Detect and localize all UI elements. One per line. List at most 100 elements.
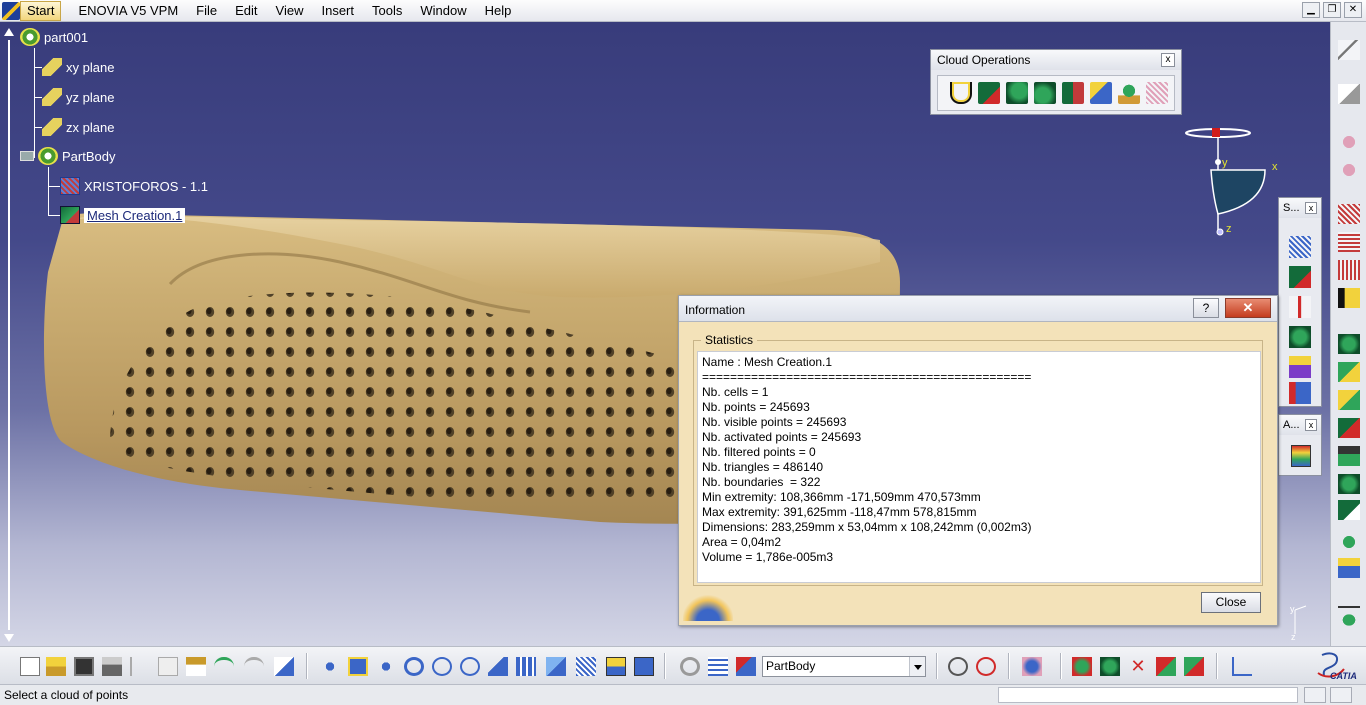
mesh-fill-holes-icon[interactable]	[1338, 390, 1360, 410]
mesh-triangles-icon[interactable]	[1156, 657, 1176, 676]
tree-item-xy-plane[interactable]: xy plane	[42, 57, 114, 77]
mesh-split-icon[interactable]	[1338, 500, 1360, 520]
close-icon[interactable]: ✕	[1344, 2, 1362, 18]
status-button-2[interactable]	[1330, 687, 1352, 703]
select-arrow-icon[interactable]	[1338, 84, 1360, 104]
redo-icon[interactable]	[244, 657, 264, 676]
update-icon[interactable]	[680, 657, 700, 676]
normal-view-icon[interactable]	[488, 657, 508, 676]
dialog-titlebar[interactable]: Information ? ✕	[679, 296, 1277, 322]
fit-all-icon[interactable]	[348, 657, 368, 676]
new-icon[interactable]	[20, 657, 40, 676]
undo-icon[interactable]	[214, 657, 234, 676]
body-select[interactable]: PartBody	[762, 656, 926, 677]
swap-visible-space-icon[interactable]	[634, 657, 654, 676]
print-icon[interactable]	[102, 657, 122, 676]
tree-item-cloud[interactable]: XRISTOFOROS - 1.1	[60, 176, 208, 196]
command-input[interactable]	[998, 687, 1298, 703]
offset-icon[interactable]	[1289, 326, 1311, 348]
hide-eye-icon[interactable]	[976, 657, 996, 676]
statistics-text[interactable]: Name : Mesh Creation.1 =================…	[697, 351, 1261, 583]
collapse-toggle-icon[interactable]	[20, 151, 34, 161]
remove-icon[interactable]	[978, 82, 1000, 104]
scroll-up-icon[interactable]	[4, 28, 14, 36]
scroll-track[interactable]	[8, 40, 10, 630]
tree-reorder-icon[interactable]	[708, 657, 728, 676]
zoom-out-icon[interactable]	[460, 657, 480, 676]
menu-tools[interactable]: Tools	[363, 0, 411, 22]
restore-icon[interactable]: ❐	[1323, 2, 1341, 18]
more-tools-icon[interactable]	[1338, 588, 1360, 608]
pan-icon[interactable]	[376, 657, 396, 676]
align-icon[interactable]	[1034, 82, 1056, 104]
close-icon[interactable]: ✕	[1225, 298, 1271, 318]
copy-icon[interactable]	[158, 657, 178, 676]
mesh-transform-icon[interactable]	[1338, 532, 1360, 552]
measure-icon[interactable]	[1232, 657, 1252, 676]
activate-icon[interactable]	[1090, 82, 1112, 104]
toolbar-title[interactable]: S... x	[1279, 198, 1321, 218]
tree-item-zx-plane[interactable]: zx plane	[42, 117, 114, 137]
menu-insert[interactable]: Insert	[312, 0, 363, 22]
open-icon[interactable]	[46, 657, 66, 676]
hide-show-icon[interactable]	[606, 657, 626, 676]
cloud-edit-icon[interactable]	[1338, 204, 1360, 224]
analysis-icon[interactable]	[1291, 445, 1311, 467]
menu-edit[interactable]: Edit	[226, 0, 266, 22]
tree-scrollbar[interactable]	[0, 22, 18, 646]
split-icon[interactable]	[1006, 82, 1028, 104]
protect-icon[interactable]	[1062, 82, 1084, 104]
mesh-add-icon[interactable]	[1338, 474, 1360, 494]
chevron-down-icon[interactable]	[909, 657, 925, 676]
mesh-offset-icon[interactable]	[1338, 418, 1360, 438]
cloud-display-icon[interactable]	[1022, 657, 1042, 676]
view-eye-icon[interactable]	[948, 657, 968, 676]
help-button[interactable]: ?	[1193, 298, 1219, 318]
mesh-cleaner-icon[interactable]	[1338, 446, 1360, 466]
tree-item-mesh[interactable]: Mesh Creation.1	[60, 205, 186, 225]
menu-help[interactable]: Help	[476, 0, 521, 22]
mesh-decimate-icon[interactable]	[1338, 362, 1360, 382]
toolbar-title[interactable]: Cloud Operations x	[931, 50, 1181, 70]
shading-icon[interactable]	[576, 657, 596, 676]
close-button[interactable]: Close	[1201, 592, 1261, 613]
paste-icon[interactable]	[186, 657, 206, 676]
save-icon[interactable]	[74, 657, 94, 676]
planar-section-icon[interactable]	[1289, 356, 1311, 378]
export-cloud-icon[interactable]	[1338, 160, 1360, 180]
cloud-sample-icon[interactable]	[1338, 260, 1360, 280]
mesh-shading-icon[interactable]	[1100, 657, 1120, 676]
union-icon[interactable]	[950, 82, 972, 104]
catia-start-icon[interactable]	[2, 1, 20, 20]
close-icon[interactable]: x	[1161, 53, 1175, 67]
filter-icon[interactable]	[1118, 82, 1140, 104]
menu-view[interactable]: View	[267, 0, 313, 22]
curve-create-icon[interactable]	[1289, 296, 1311, 318]
mesh-create-icon[interactable]	[1289, 266, 1311, 288]
menu-file[interactable]: File	[187, 0, 226, 22]
cloud-filter-icon[interactable]	[1338, 232, 1360, 252]
delete-x-icon[interactable]: ✕	[1128, 657, 1148, 676]
iso-view-icon[interactable]	[546, 657, 566, 676]
mesh-normals-icon[interactable]	[1184, 657, 1204, 676]
import-cloud-icon[interactable]	[1338, 132, 1360, 152]
menu-window[interactable]: Window	[411, 0, 475, 22]
define-in-work-object-icon[interactable]	[736, 657, 756, 676]
mesh-smooth-icon[interactable]	[1338, 334, 1360, 354]
zoom-in-icon[interactable]	[432, 657, 452, 676]
fly-mode-icon[interactable]	[320, 657, 340, 676]
tree-item-partbody[interactable]: PartBody	[20, 146, 115, 166]
tree-item-part001[interactable]: part001	[20, 27, 88, 47]
scroll-down-icon[interactable]	[4, 634, 14, 642]
mesh-merge-icon[interactable]	[1338, 610, 1360, 630]
menu-enovia[interactable]: ENOVIA V5 VPM	[69, 0, 187, 22]
menu-start[interactable]: Start	[20, 0, 62, 21]
mesh-project-icon[interactable]	[1338, 558, 1360, 578]
3d-viewport[interactable]: part001 xy plane yz plane zx plane PartB…	[0, 22, 1330, 646]
tree-item-yz-plane[interactable]: yz plane	[42, 87, 114, 107]
status-button-1[interactable]	[1304, 687, 1326, 703]
toolbar-title[interactable]: A... x	[1279, 415, 1321, 435]
sample-icon[interactable]	[1146, 82, 1168, 104]
rotate-icon[interactable]	[404, 657, 424, 676]
whats-this-icon[interactable]	[274, 657, 294, 676]
